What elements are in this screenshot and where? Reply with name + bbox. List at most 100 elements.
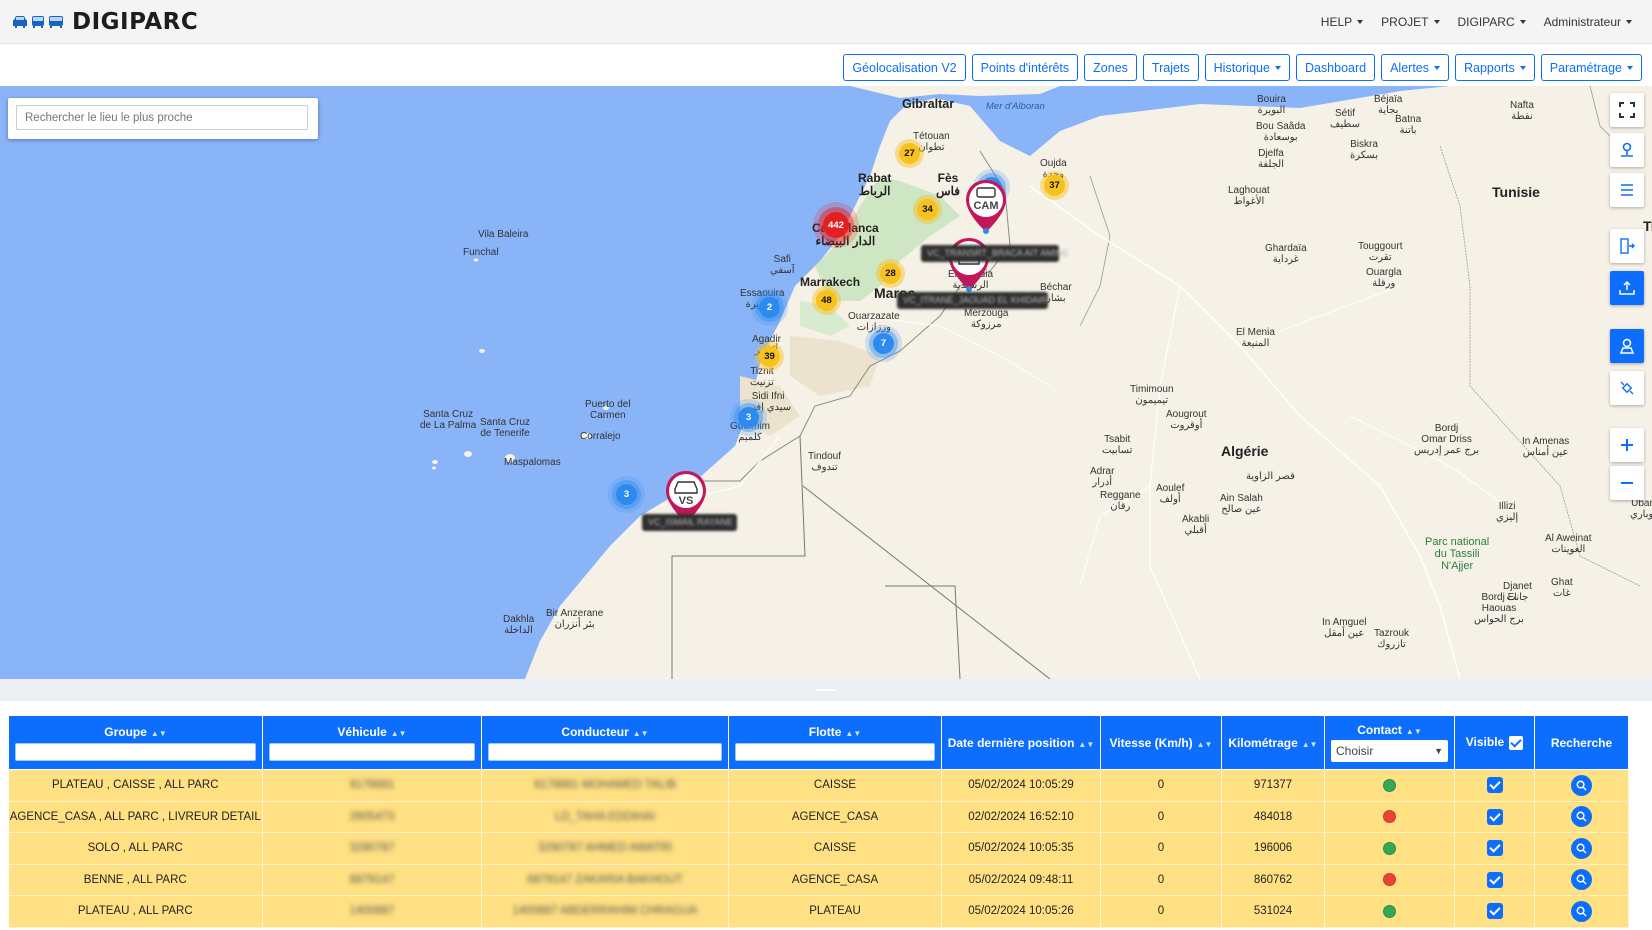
cluster-marker[interactable]: 34 (917, 199, 938, 220)
app-logo[interactable]: DIGIPARC (12, 8, 198, 36)
caret-down-icon (1433, 20, 1440, 24)
nav-projet[interactable]: PROJET (1381, 15, 1440, 29)
visible-checkbox[interactable] (1486, 808, 1503, 825)
locate-button[interactable] (1610, 133, 1644, 167)
flotte-filter-input[interactable] (735, 742, 935, 761)
cell-groupe: SOLO , ALL PARC (8, 832, 263, 865)
table-row[interactable]: PLATEAU , CAISSE , ALL PARC 9178681 9178… (8, 769, 1629, 802)
cluster-marker[interactable]: 3 (738, 407, 759, 428)
vehicule-filter-input[interactable] (269, 742, 475, 761)
locate-vehicle-button[interactable] (1571, 869, 1592, 891)
groupe-filter-input[interactable] (15, 742, 256, 761)
zoom-in-button[interactable] (1610, 428, 1644, 462)
table-row[interactable]: SOLO , ALL PARC 3290787 3290787 AHMED AW… (8, 832, 1629, 865)
visible-checkbox[interactable] (1486, 840, 1503, 857)
cell-contact (1324, 832, 1455, 865)
zones-button[interactable]: Zones (1084, 54, 1137, 81)
cell-recherche[interactable] (1534, 864, 1629, 896)
app-name: DIGIPARC (72, 9, 199, 35)
vehicle-name-tag[interactable]: VC_ITRANE_JAOUAD EL KHIDAIR (897, 292, 1048, 309)
cell-visible[interactable] (1454, 832, 1535, 865)
cluster-marker[interactable]: 2 (759, 297, 780, 318)
cluster-marker[interactable]: 442 (823, 212, 849, 238)
sort-icon: ▲▼ (1196, 739, 1213, 749)
map-label-ouarzazate: Ouarzazate ورزازات (848, 311, 900, 333)
contact-filter-select[interactable]: Choisir ▼ (1331, 740, 1448, 762)
cluster-marker[interactable]: 39 (759, 346, 780, 367)
cell-visible[interactable] (1454, 895, 1535, 928)
parametrage-dropdown[interactable]: Paramétrage (1540, 54, 1642, 81)
col-visible[interactable]: Visible (1454, 715, 1535, 770)
nav-user-menu[interactable]: Administrateur (1544, 15, 1632, 29)
nearest-place-search-input[interactable] (16, 105, 308, 130)
cell-recherche[interactable] (1534, 832, 1629, 865)
col-vehicule[interactable]: Véhicule ▲▼ (262, 715, 482, 770)
satellite-button[interactable] (1610, 371, 1644, 405)
alertes-dropdown[interactable]: Alertes (1381, 54, 1449, 81)
layers-list-button[interactable] (1610, 173, 1644, 207)
splitter-handle[interactable] (816, 689, 836, 691)
cluster-marker[interactable]: 48 (816, 290, 837, 311)
cell-recherche[interactable] (1534, 895, 1629, 928)
locate-vehicle-button[interactable] (1571, 837, 1592, 859)
col-kilometrage[interactable]: Kilométrage ▲▼ (1221, 715, 1325, 770)
map-label-adrar: Adrar أدرار (1090, 466, 1115, 488)
cluster-marker[interactable]: 27 (899, 143, 920, 164)
visible-checkbox[interactable] (1486, 871, 1503, 888)
col-contact[interactable]: Contact ▲▼ Choisir ▼ (1324, 715, 1455, 770)
map-label-aougrout: Aougrout أوقروت (1166, 409, 1207, 431)
dashboard-button[interactable]: Dashboard (1295, 54, 1376, 81)
nav-digiparc[interactable]: DIGIPARC (1458, 15, 1526, 29)
exit-panel-button[interactable] (1610, 229, 1644, 263)
rapports-dropdown[interactable]: Rapports (1455, 54, 1535, 81)
vehicle-name-tag[interactable]: VC_ISMAIL RAYANE (642, 514, 737, 531)
col-vitesse[interactable]: Vitesse (Km/h) ▲▼ (1100, 715, 1222, 770)
col-recherche: Recherche (1534, 715, 1629, 770)
historique-dropdown[interactable]: Historique (1204, 54, 1290, 81)
poi-button[interactable] (1610, 329, 1644, 363)
visible-all-checkbox[interactable] (1509, 735, 1524, 750)
map-label-bejaia: Béjaïa بجاية (1374, 94, 1403, 116)
locate-vehicle-button[interactable] (1571, 774, 1592, 796)
cell-visible[interactable] (1454, 801, 1535, 833)
nav-help[interactable]: HELP (1321, 15, 1364, 29)
table-row[interactable]: BENNE , ALL PARC 6879147 6879147 ZAKARIA… (8, 864, 1629, 896)
map-label-inamguel: In Amguel عين أمقل (1322, 617, 1367, 639)
cell-recherche[interactable] (1534, 801, 1629, 833)
cell-contact (1324, 801, 1455, 833)
cell-recherche[interactable] (1534, 769, 1629, 802)
cell-date: 05/02/2024 10:05:29 (941, 769, 1101, 802)
visible-checkbox[interactable] (1486, 903, 1503, 920)
map-label-tiznit: Tiznit تزنيت (750, 366, 774, 388)
cluster-marker[interactable]: 7 (873, 333, 894, 354)
caret-down-icon (1626, 20, 1632, 24)
search-icon (1576, 874, 1587, 885)
locate-vehicle-button[interactable] (1571, 806, 1592, 828)
map-label-setif: Sétif سطيف (1330, 108, 1360, 130)
trajets-button[interactable]: Trajets (1142, 54, 1199, 81)
map-label-ubari: Ubari أوباري (1630, 498, 1652, 520)
table-row[interactable]: PLATEAU , ALL PARC 1400887 1400887 ABDER… (8, 895, 1629, 928)
col-flotte[interactable]: Flotte ▲▼ (728, 715, 942, 770)
cell-visible[interactable] (1454, 769, 1535, 802)
vehicle-name-tag[interactable]: VC_TRANSRT_BRACA AIT AMINE (921, 245, 1069, 262)
map-canvas[interactable]: Gibraltar Mer d'Alboran Tétouan تطوان Ra… (0, 86, 1652, 679)
visible-checkbox[interactable] (1486, 777, 1503, 794)
cluster-marker[interactable]: 28 (880, 263, 901, 284)
draw-zone-button[interactable] (1610, 271, 1644, 305)
conducteur-filter-input[interactable] (488, 742, 722, 761)
cell-visible[interactable] (1454, 864, 1535, 896)
table-row[interactable]: AGENCE_CASA , ALL PARC , LIVREUR DETAIL … (8, 801, 1629, 833)
zoom-out-button[interactable] (1610, 466, 1644, 500)
cell-conducteur: 9178681 MOHAMED TALIB (481, 769, 729, 802)
fullscreen-button[interactable] (1610, 93, 1644, 127)
locate-vehicle-button[interactable] (1571, 900, 1592, 922)
col-groupe[interactable]: Groupe ▲▼ (8, 715, 263, 770)
col-conducteur[interactable]: Conducteur ▲▼ (481, 715, 729, 770)
col-date[interactable]: Date dernière position ▲▼ (941, 715, 1101, 770)
cluster-marker[interactable]: 3 (616, 484, 637, 505)
cluster-marker[interactable]: 37 (1044, 175, 1065, 196)
points-interets-button[interactable]: Points d'intérêts (971, 54, 1079, 81)
panel-splitter[interactable] (0, 679, 1652, 701)
geolocalisation-button[interactable]: Géolocalisation V2 (843, 54, 966, 81)
